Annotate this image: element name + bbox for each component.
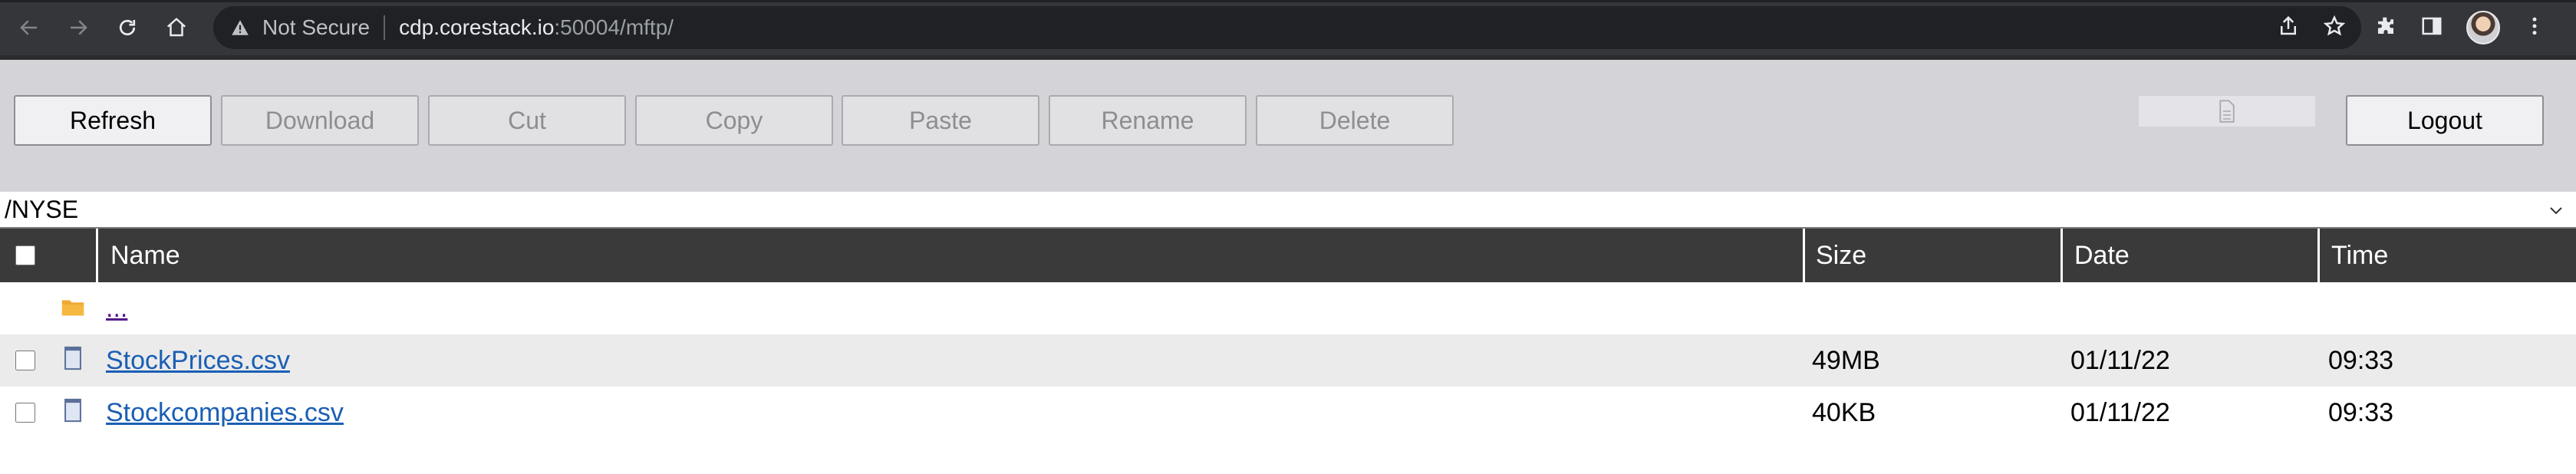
column-header-size[interactable]: Size (1807, 229, 1866, 282)
side-panel-icon (2422, 17, 2442, 35)
rename-button[interactable]: Rename (1049, 95, 1247, 146)
document-icon (2219, 100, 2235, 123)
delete-button[interactable]: Delete (1256, 95, 1454, 146)
file-date-cell: 01/11/22 (2070, 397, 2170, 427)
parent-directory-text[interactable]: ... (106, 294, 127, 324)
column-separator (1803, 229, 1805, 282)
security-label[interactable]: Not Secure (262, 15, 370, 40)
select-all-checkbox[interactable] (15, 245, 35, 265)
table-row: Stockcompanies.csv 40KB 01/11/22 09:33 (0, 387, 2576, 439)
puzzle-icon (2378, 17, 2393, 34)
back-arrow-icon (20, 20, 37, 35)
refresh-button[interactable]: Refresh (14, 95, 212, 146)
file-name-cell[interactable]: StockPrices.csv (106, 334, 290, 387)
reload-icon (119, 19, 136, 36)
folder-icon (61, 300, 84, 316)
profile-avatar[interactable] (2466, 11, 2500, 44)
logout-button[interactable]: Logout (2346, 95, 2544, 146)
table-row: StockPrices.csv 49MB 01/11/22 09:33 (0, 334, 2576, 387)
file-time-cell: 09:33 (2328, 345, 2394, 375)
current-path: /NYSE (5, 195, 79, 223)
file-icon (64, 398, 81, 423)
browser-menu-button[interactable] (2523, 15, 2546, 41)
paste-button[interactable]: Paste (842, 95, 1039, 146)
chrome-top-border (0, 0, 2576, 2)
file-size-cell: 40KB (1812, 397, 1876, 427)
forward-button[interactable] (57, 6, 100, 49)
file-time-cell: 09:33 (2328, 397, 2394, 427)
side-panel-button[interactable] (2420, 15, 2443, 41)
share-button[interactable] (2277, 15, 2300, 41)
file-toolbar: Refresh Download Cut Copy Paste Rename D… (0, 55, 2576, 192)
file-icon (64, 346, 81, 370)
cut-button[interactable]: Cut (428, 95, 626, 146)
column-header-name[interactable]: Name (101, 229, 180, 282)
column-header-time[interactable]: Time (2322, 229, 2388, 282)
file-table-header: Name Size Date Time (0, 229, 2576, 282)
home-icon (166, 18, 186, 37)
extensions-button[interactable] (2374, 15, 2397, 41)
parent-directory-row: ... (0, 282, 2576, 334)
column-header-date[interactable]: Date (2065, 229, 2130, 282)
back-button[interactable] (8, 6, 51, 49)
file-name-link[interactable]: Stockcompanies.csv (106, 398, 344, 428)
browser-chrome: Not Secure cdp.corestack.io:50004/mftp/ (0, 0, 2576, 55)
forward-arrow-icon (71, 20, 87, 35)
url-path: :50004/mftp/ (554, 15, 674, 39)
url-text[interactable]: cdp.corestack.io:50004/mftp/ (399, 15, 674, 40)
reload-button[interactable] (106, 6, 149, 49)
warning-icon[interactable] (229, 16, 252, 39)
chevron-down-icon (2550, 207, 2562, 215)
bookmark-button[interactable] (2323, 15, 2346, 41)
file-date-cell: 01/11/22 (2070, 345, 2170, 375)
row-checkbox[interactable] (15, 403, 35, 423)
browser-actions (2374, 6, 2546, 49)
file-name-cell[interactable]: Stockcompanies.csv (106, 387, 344, 439)
column-separator (2317, 229, 2320, 282)
star-icon (2323, 15, 2346, 35)
parent-directory-link[interactable]: ... (106, 282, 127, 334)
address-separator (384, 15, 386, 40)
share-icon (2281, 15, 2296, 35)
file-name-link[interactable]: StockPrices.csv (106, 346, 290, 376)
download-button[interactable]: Download (221, 95, 419, 146)
column-separator (2060, 229, 2063, 282)
copy-button[interactable]: Copy (635, 95, 833, 146)
address-bar[interactable]: Not Secure cdp.corestack.io:50004/mftp/ (213, 6, 2361, 49)
path-select[interactable]: /NYSE (0, 192, 2576, 229)
column-separator (96, 229, 98, 282)
kebab-menu-icon (2532, 17, 2537, 35)
url-host: cdp.corestack.io (399, 15, 555, 39)
status-indicator (2139, 96, 2315, 127)
row-checkbox[interactable] (15, 351, 35, 370)
home-button[interactable] (155, 6, 198, 49)
address-bar-actions (2277, 6, 2346, 49)
file-size-cell: 49MB (1812, 345, 1880, 375)
